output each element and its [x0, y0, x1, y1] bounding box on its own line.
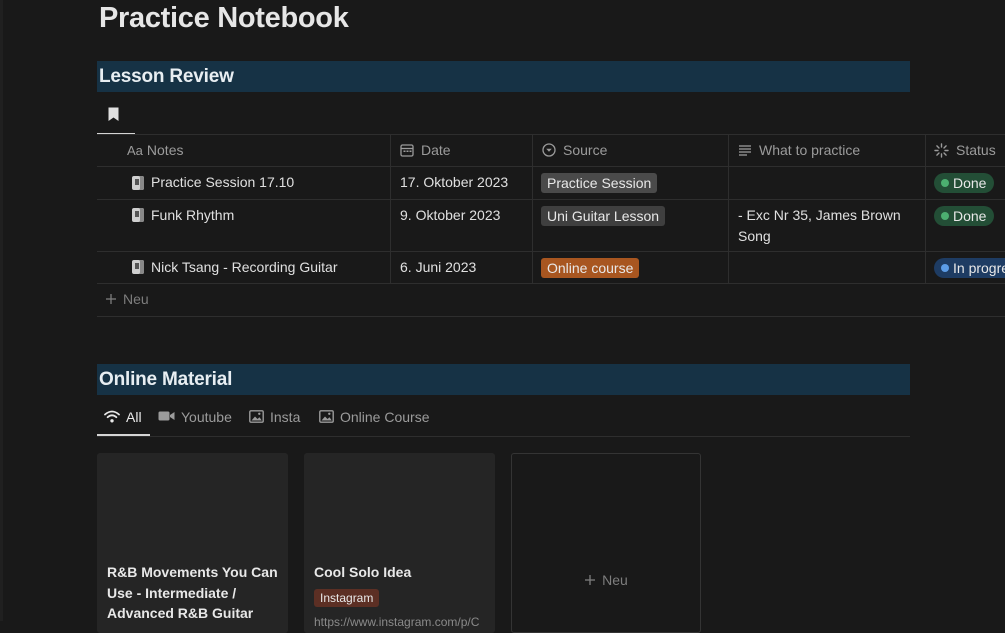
wifi-icon: [104, 410, 120, 423]
column-header-notes[interactable]: Aa Notes: [127, 134, 183, 166]
bookmark-icon: [108, 107, 119, 121]
source-tag: Practice Session: [541, 173, 658, 193]
online-material-tabs: All Youtube Insta Online Course: [97, 405, 910, 437]
status-badge: In progress: [934, 258, 1005, 278]
gallery-card[interactable]: R&B Movements You Can Use - Intermediate…: [97, 453, 288, 633]
column-header-status[interactable]: Status: [934, 134, 996, 166]
column-header-date[interactable]: Date: [400, 134, 451, 166]
plus-icon: [106, 294, 116, 305]
row-notes-title[interactable]: Practice Session 17.10: [151, 172, 294, 193]
tab-all[interactable]: All: [97, 405, 150, 436]
image-icon: [319, 409, 334, 423]
lesson-review-table: Aa Notes Date Source What to practice St…: [97, 134, 1005, 317]
tab-label: Online Course: [340, 409, 430, 425]
card-url-snippet: https://www.instagram.com/p/C: [314, 615, 480, 629]
plus-icon: [585, 575, 596, 586]
card-title: Cool Solo Idea: [314, 564, 412, 580]
what-to-practice-line: Song: [738, 228, 771, 244]
online-material-header: Online Material: [97, 364, 910, 395]
row-notes-title[interactable]: Funk Rhythm: [151, 205, 234, 226]
image-icon: [249, 409, 264, 423]
tab-label: All: [126, 409, 142, 425]
calendar-icon: [400, 144, 414, 157]
source-tag: Uni Guitar Lesson: [541, 206, 666, 226]
column-header-label: Source: [563, 142, 608, 158]
lesson-review-header: Lesson Review: [97, 61, 910, 92]
tab-insta[interactable]: Insta: [249, 405, 300, 434]
card-tag: Instagram: [314, 589, 380, 607]
column-header-what-to-practice[interactable]: What to practice: [738, 134, 860, 166]
tab-label: Youtube: [181, 409, 232, 425]
source-tag: Online course: [541, 258, 640, 278]
add-card-button[interactable]: Neu: [511, 453, 701, 633]
row-date: 17. Oktober 2023: [400, 174, 509, 190]
tab-online-course[interactable]: Online Course: [319, 405, 430, 434]
what-to-practice-line: - Exc Nr 35, James Brown: [738, 207, 901, 223]
column-header-label: Notes: [146, 142, 184, 158]
gallery-card[interactable]: Cool Solo Idea Instagram https://www.ins…: [304, 453, 495, 633]
row-date: 6. Juni 2023: [400, 259, 477, 275]
tab-youtube[interactable]: Youtube: [158, 405, 232, 434]
status-badge: Done: [934, 173, 995, 193]
left-edge-divider: [0, 0, 3, 621]
select-circle-icon: [542, 143, 556, 157]
add-card-label: Neu: [512, 572, 700, 588]
page-icon: [132, 176, 144, 190]
column-header-label: Status: [956, 142, 996, 158]
video-camera-icon: [158, 411, 175, 421]
page-icon: [132, 260, 144, 274]
add-row-button[interactable]: Neu: [105, 289, 149, 309]
row-date: 9. Oktober 2023: [400, 207, 501, 223]
view-tab-bookmark[interactable]: [97, 104, 135, 135]
tab-label: Insta: [270, 409, 301, 425]
card-title: R&B Movements You Can Use - Intermediate…: [107, 564, 278, 621]
page-title: Practice Notebook: [99, 2, 349, 34]
lines-icon: [739, 145, 751, 156]
column-header-label: Date: [421, 142, 451, 158]
row-notes-title[interactable]: Nick Tsang - Recording Guitar: [151, 257, 337, 278]
text-aa-icon: Aa: [127, 143, 143, 158]
column-header-source[interactable]: Source: [542, 134, 607, 166]
add-row-label: Neu: [123, 291, 149, 307]
page-icon: [132, 208, 144, 222]
status-spinner-icon: [934, 143, 949, 158]
column-header-label: What to practice: [759, 142, 861, 158]
status-badge: Done: [934, 206, 995, 226]
